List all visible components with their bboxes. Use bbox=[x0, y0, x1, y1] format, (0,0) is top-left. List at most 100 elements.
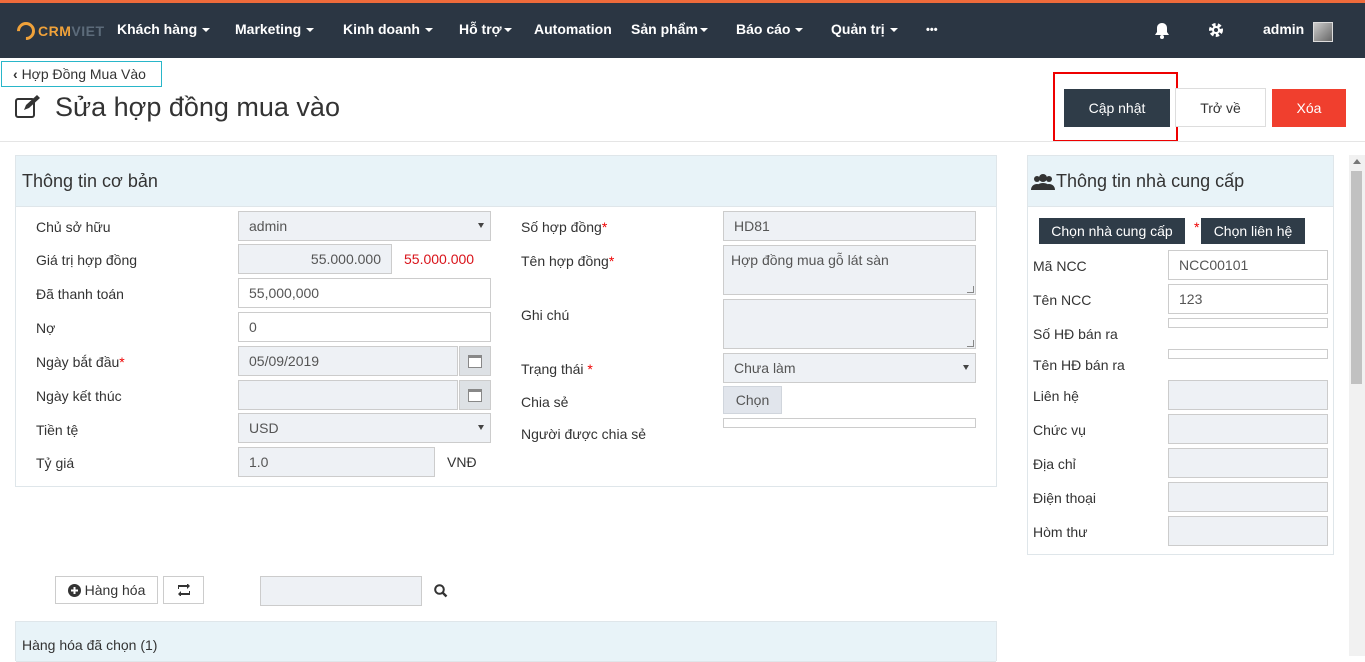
choose-supplier-button[interactable]: Chọn nhà cung cấp bbox=[1039, 218, 1185, 244]
address-input[interactable] bbox=[1168, 448, 1328, 478]
nav-san-pham[interactable]: Sản phẩm bbox=[631, 21, 708, 37]
caret-down-icon bbox=[202, 28, 211, 33]
logo-icon bbox=[13, 18, 39, 44]
supplier-code-input[interactable]: NCC00101 bbox=[1168, 250, 1328, 280]
phone-input[interactable] bbox=[1168, 482, 1328, 512]
contract-name-text: Tên hợp đồng bbox=[521, 253, 609, 269]
delete-button[interactable]: Xóa bbox=[1272, 89, 1346, 127]
email-label: Hòm thư bbox=[1033, 524, 1088, 540]
calendar-icon[interactable] bbox=[459, 346, 491, 376]
basic-info-heading: Thông tin cơ bản bbox=[16, 156, 996, 207]
user-name[interactable]: admin bbox=[1263, 21, 1304, 37]
search-icon[interactable] bbox=[434, 584, 448, 598]
chevron-left-icon: ‹ bbox=[13, 66, 22, 82]
choose-contact-button[interactable]: Chọn liên hệ bbox=[1201, 218, 1305, 244]
nav-quan-tri[interactable]: Quản trị bbox=[831, 21, 898, 37]
paid-label: Đã thanh toán bbox=[36, 286, 124, 302]
email-input[interactable] bbox=[1168, 516, 1328, 546]
refresh-button[interactable] bbox=[163, 576, 204, 604]
rate-input[interactable]: 1.0 bbox=[238, 447, 435, 477]
nav-label: Quản trị bbox=[831, 21, 885, 37]
sale-name-label: Tên HĐ bán ra bbox=[1033, 357, 1125, 373]
plus-circle-icon bbox=[67, 583, 81, 597]
resize-grip-icon bbox=[967, 286, 974, 293]
calendar-icon[interactable] bbox=[459, 380, 491, 410]
add-goods-label: Hàng hóa bbox=[84, 582, 146, 598]
contract-name-label: Tên hợp đồng* bbox=[521, 253, 615, 269]
supplier-name-label: Tên NCC bbox=[1033, 292, 1092, 308]
add-goods-button[interactable]: Hàng hóa bbox=[55, 576, 158, 604]
avatar[interactable] bbox=[1313, 22, 1333, 42]
contract-value-input[interactable]: 55.000.000 bbox=[238, 244, 392, 274]
contract-no-input[interactable]: HD81 bbox=[723, 211, 976, 241]
contact-input[interactable] bbox=[1168, 380, 1328, 410]
return-button[interactable]: Trở về bbox=[1175, 88, 1266, 127]
nav-more[interactable]: ••• bbox=[926, 24, 938, 36]
note-textarea[interactable] bbox=[723, 299, 976, 349]
retweet-icon bbox=[177, 584, 190, 596]
address-label: Địa chỉ bbox=[1033, 456, 1076, 472]
start-date-label: Ngày bắt đầu* bbox=[36, 354, 125, 370]
status-value: Chưa làm bbox=[734, 360, 796, 376]
status-select[interactable]: Chưa làm bbox=[723, 353, 976, 383]
nav-label: Kinh doanh bbox=[343, 21, 420, 37]
start-date-input[interactable]: 05/09/2019 bbox=[238, 346, 458, 376]
scrollbar[interactable] bbox=[1349, 155, 1365, 656]
select-arrow-icon bbox=[478, 223, 484, 228]
shared-with-field[interactable] bbox=[723, 418, 976, 428]
end-date-label: Ngày kết thúc bbox=[36, 388, 122, 404]
supplier-name-input[interactable]: 123 bbox=[1168, 284, 1328, 314]
debt-label: Nợ bbox=[36, 320, 56, 336]
scroll-thumb[interactable] bbox=[1351, 171, 1362, 384]
sale-name-field[interactable] bbox=[1168, 349, 1328, 359]
required-marker: * bbox=[1194, 219, 1200, 235]
nav-bao-cao[interactable]: Báo cáo bbox=[736, 21, 804, 37]
scroll-up-icon[interactable] bbox=[1353, 159, 1361, 164]
nav-khach-hang[interactable]: Khách hàng bbox=[117, 21, 211, 37]
users-icon bbox=[1031, 174, 1055, 190]
contract-no-text: Số hợp đồng bbox=[521, 219, 602, 235]
nav-label: Sản phẩm bbox=[631, 21, 698, 37]
position-label: Chức vụ bbox=[1033, 422, 1086, 438]
end-date-input[interactable] bbox=[238, 380, 458, 410]
nav-automation[interactable]: Automation bbox=[534, 21, 612, 37]
logo-sub: VIET bbox=[71, 23, 105, 39]
share-choose-button[interactable]: Chọn bbox=[723, 386, 782, 414]
contact-label: Liên hệ bbox=[1033, 388, 1079, 404]
divider bbox=[0, 141, 1365, 142]
resize-grip-icon bbox=[967, 340, 974, 347]
selected-goods-heading: Hàng hóa đã chọn (1) bbox=[16, 622, 996, 662]
currency-select[interactable]: USD bbox=[238, 413, 491, 443]
update-button[interactable]: Cập nhật bbox=[1064, 89, 1170, 127]
edit-icon bbox=[15, 95, 40, 118]
currency-value: USD bbox=[249, 420, 279, 436]
shared-with-label: Người được chia sẻ bbox=[521, 426, 647, 442]
gear-icon[interactable] bbox=[1208, 22, 1224, 43]
bell-icon[interactable] bbox=[1154, 22, 1170, 44]
nav-marketing[interactable]: Marketing bbox=[235, 21, 315, 37]
position-input[interactable] bbox=[1168, 414, 1328, 444]
goods-search-input[interactable] bbox=[260, 576, 422, 606]
crmviet-logo[interactable]: CRMVIET bbox=[13, 18, 105, 44]
logo-main: CRM bbox=[38, 23, 72, 39]
contract-no-label: Số hợp đồng* bbox=[521, 219, 608, 235]
note-label: Ghi chú bbox=[521, 307, 570, 323]
contract-name-textarea[interactable]: Hợp đồng mua gỗ lát sàn bbox=[723, 245, 976, 295]
sale-no-label: Số HĐ bán ra bbox=[1033, 326, 1118, 342]
supplier-heading: Thông tin nhà cung cấp bbox=[1028, 156, 1333, 207]
contract-value-display: 55.000.000 bbox=[404, 251, 475, 267]
sale-no-field[interactable] bbox=[1168, 318, 1328, 328]
phone-label: Điện thoại bbox=[1033, 490, 1097, 506]
supplier-heading-text: Thông tin nhà cung cấp bbox=[1056, 171, 1245, 191]
owner-label: Chủ sở hữu bbox=[36, 219, 111, 235]
paid-input[interactable]: 55,000,000 bbox=[238, 278, 491, 308]
rate-label: Tỷ giá bbox=[36, 455, 75, 471]
debt-input[interactable]: 0 bbox=[238, 312, 491, 342]
caret-down-icon bbox=[306, 28, 315, 33]
nav-kinh-doanh[interactable]: Kinh doanh bbox=[343, 21, 433, 37]
start-date-text: Ngày bắt đầu bbox=[36, 354, 120, 370]
nav-ho-tro[interactable]: Hỗ trợ bbox=[459, 21, 512, 37]
back-breadcrumb-button[interactable]: ‹ Hợp Đồng Mua Vào bbox=[1, 61, 162, 87]
status-text: Trạng thái bbox=[521, 361, 584, 377]
owner-select[interactable]: admin bbox=[238, 211, 491, 241]
